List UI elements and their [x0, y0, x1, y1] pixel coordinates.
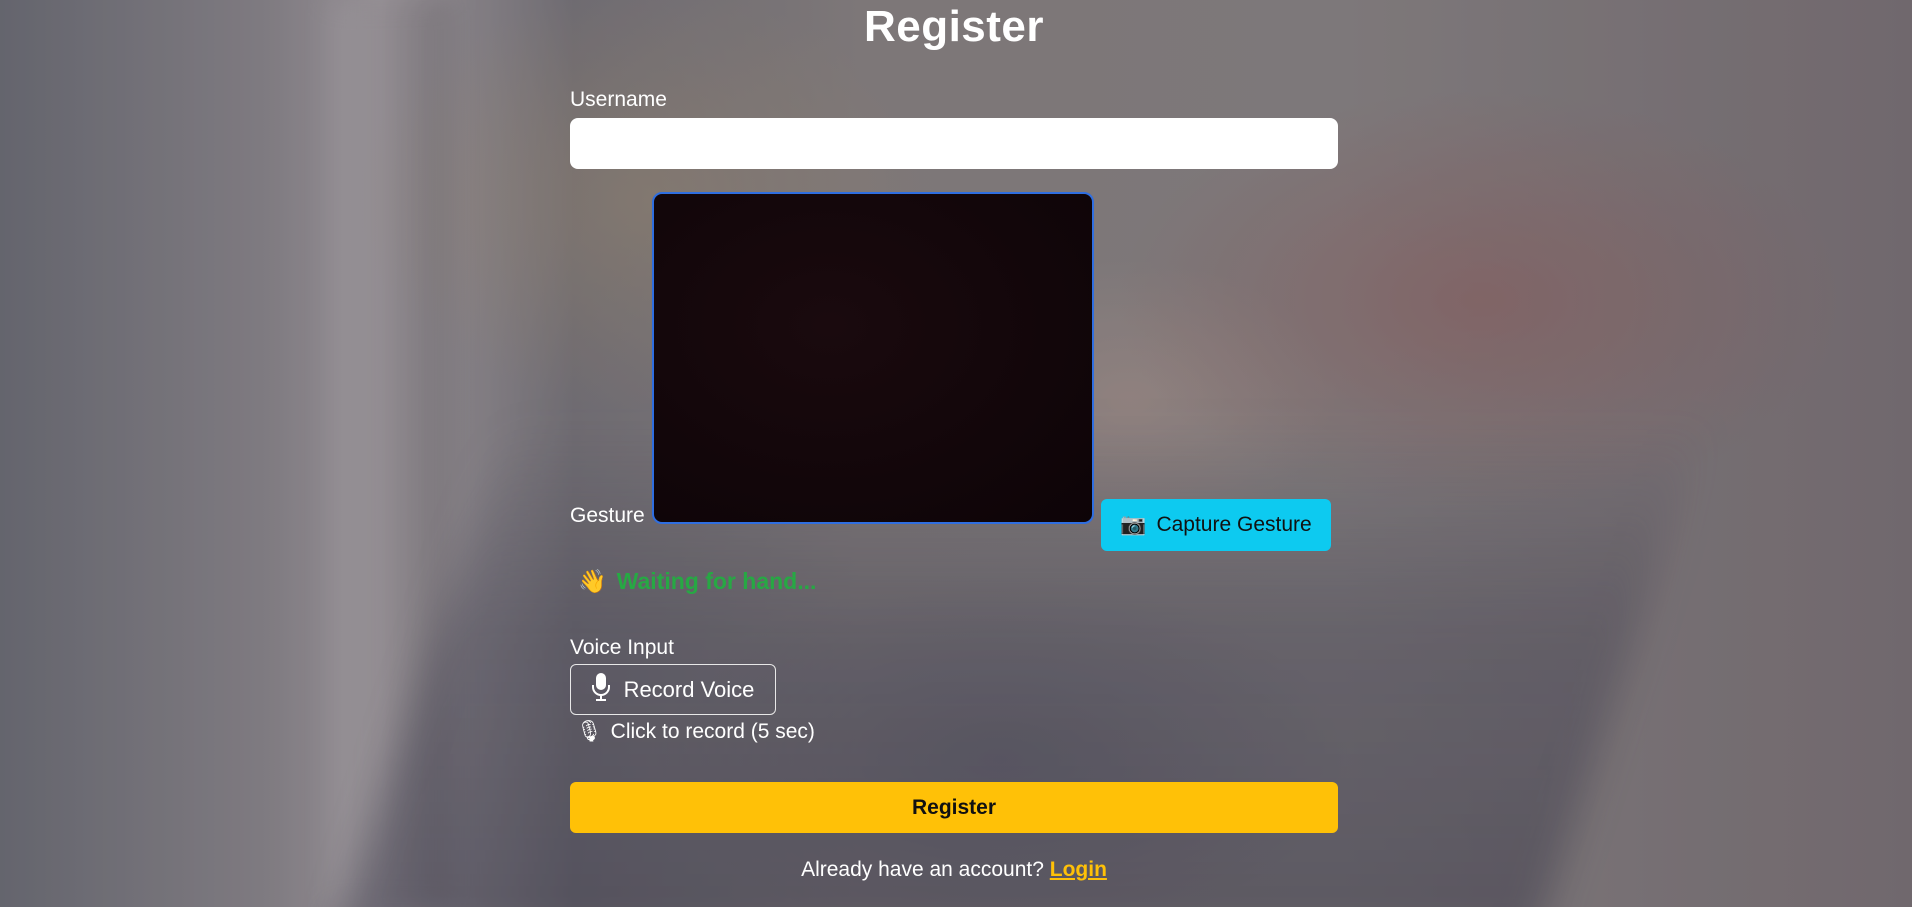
- record-hint: 🎙 Click to record (5 sec): [576, 720, 815, 744]
- gesture-label: Gesture: [570, 504, 645, 527]
- gesture-status-text: Waiting for hand...: [616, 568, 817, 594]
- page-title: Register: [863, 2, 1045, 51]
- username-input[interactable]: [570, 118, 1338, 169]
- username-label: Username: [570, 88, 667, 111]
- gesture-camera-preview: [652, 192, 1094, 524]
- capture-gesture-button[interactable]: 📷 Capture Gesture: [1101, 499, 1331, 551]
- record-voice-label: Record Voice: [623, 676, 755, 702]
- studio-microphone-icon: 🎙: [576, 720, 603, 743]
- microphone-icon: [591, 672, 610, 707]
- waving-hand-icon: 👋: [578, 568, 607, 594]
- gesture-status: 👋 Waiting for hand...: [578, 568, 816, 595]
- login-prompt: Already have an account? Login: [570, 858, 1338, 882]
- page: Register Username Gesture 📷 Capture Gest…: [0, 0, 1912, 907]
- camera-icon: 📷: [1120, 513, 1147, 536]
- record-voice-button[interactable]: Record Voice: [570, 664, 776, 715]
- voice-input-label: Voice Input: [570, 636, 674, 659]
- login-prompt-text: Already have an account?: [801, 858, 1044, 881]
- login-link[interactable]: Login: [1050, 858, 1107, 881]
- capture-gesture-label: Capture Gesture: [1156, 513, 1312, 536]
- record-hint-text: Click to record (5 sec): [610, 720, 815, 743]
- register-button[interactable]: Register: [570, 782, 1338, 833]
